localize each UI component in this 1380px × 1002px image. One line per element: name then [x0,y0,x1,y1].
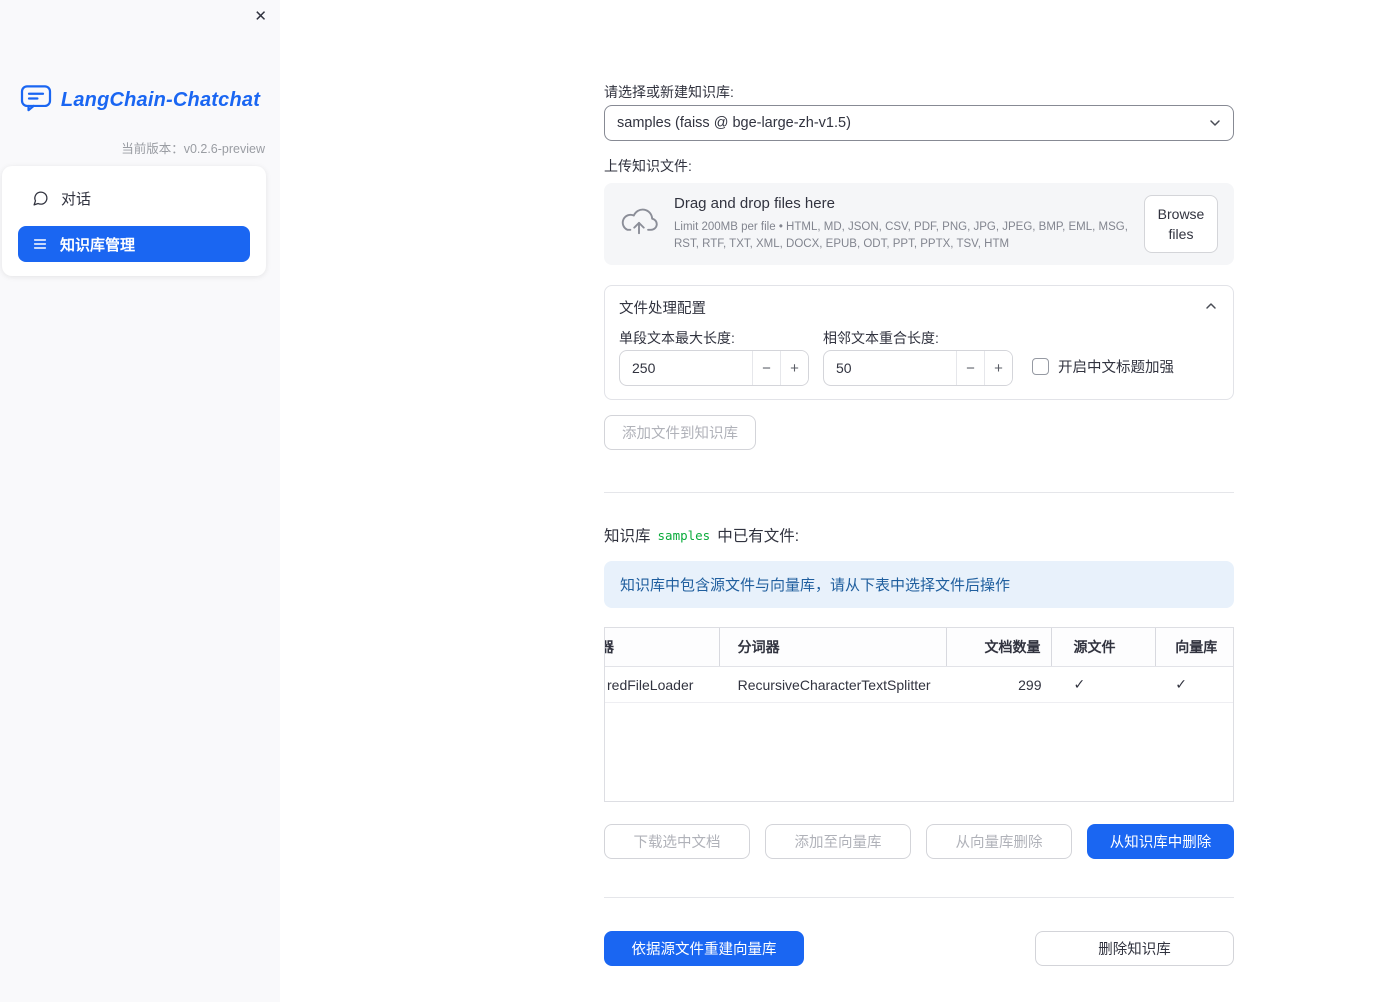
expander-header[interactable]: 文件处理配置 [605,286,1233,318]
upload-label: 上传知识文件: [604,158,692,174]
kb-name-code: samples [657,527,711,543]
zh-title-enhance-label: 开启中文标题加强 [1058,360,1174,376]
col-header-doc-count[interactable]: 文档数量 [947,628,1052,666]
existing-files-heading: 知识库 samples 中已有文件: [604,524,799,546]
divider [604,492,1234,493]
col-header-source-file[interactable]: 源文件 [1052,628,1157,666]
chevron-up-icon [1203,298,1219,318]
files-heading-prefix: 知识库 [604,528,651,545]
chunk-size-input[interactable]: 250 [620,351,752,385]
dropzone-text: Drag and drop files here Limit 200MB per… [674,195,1128,252]
cell-splitter: RecursiveCharacterTextSplitter [737,676,931,693]
sidebar-item-dialogue[interactable]: 对话 [18,180,250,216]
kb-selectbox[interactable]: samples (faiss @ bge-large-zh-v1.5) [604,105,1234,141]
zh-title-enhance-row: 开启中文标题加强 [1032,356,1174,377]
app-logo: LangChain-Chatchat [0,84,280,117]
cloud-upload-icon [620,207,658,242]
overlap-plus-button[interactable]: + [984,351,1012,385]
chunk-size-stepper: 250 − + [619,350,809,386]
sidebar-item-knowledge-base[interactable]: 知识库管理 [18,226,250,262]
file-config-expander: 文件处理配置 单段文本最大长度: 相邻文本重合长度: 250 − + 50 − … [604,285,1234,400]
divider [604,897,1234,898]
remove-from-vectorstore-button[interactable]: 从向量库删除 [926,824,1072,859]
main-content: 请选择或新建知识库: samples (faiss @ bge-large-zh… [604,0,1234,1002]
overlap-minus-button[interactable]: − [956,351,984,385]
chunk-minus-button[interactable]: − [752,351,780,385]
delete-kb-button[interactable]: 删除知识库 [1035,931,1234,966]
cell-doc-count: 299 [1018,676,1042,693]
expander-title: 文件处理配置 [619,301,706,317]
zh-title-enhance-checkbox[interactable] [1032,358,1049,375]
nav-item-label: 知识库管理 [60,236,136,254]
table-actions: 下载选中文档 添加至向量库 从向量库删除 从知识库中删除 [604,824,1234,859]
chunk-size-label: 单段文本最大长度: [619,330,735,346]
kb-selectbox-value: samples (faiss @ bge-large-zh-v1.5) [617,115,851,131]
dropzone-title: Drag and drop files here [674,195,835,213]
chunk-plus-button[interactable]: + [780,351,808,385]
overlap-size-input[interactable]: 50 [824,351,956,385]
col-header-vector-store[interactable]: 向量库 [1156,628,1233,666]
chat-bubble-icon [32,190,49,207]
dropzone-hint: Limit 200MB per file • HTML, MD, JSON, C… [674,221,1128,250]
version-label: 当前版本：v0.2.6-preview [121,142,265,156]
sidebar: ✕ LangChain-Chatchat 当前版本：v0.2.6-preview [0,0,280,1002]
info-banner: 知识库中包含源文件与向量库，请从下表中选择文件后操作 [604,561,1234,608]
add-files-button[interactable]: 添加文件到知识库 [604,415,756,450]
sidebar-nav: 对话 知识库管理 [2,166,266,276]
overlap-size-label: 相邻文本重合长度: [823,330,939,346]
col-header-loader[interactable]: 器 [605,628,720,666]
chevron-down-icon [1207,115,1223,131]
cell-loader: redFileLoader [607,676,694,693]
rebuild-vectorstore-button[interactable]: 依据源文件重建向量库 [604,931,804,966]
overlap-size-stepper: 50 − + [823,350,1013,386]
logo-chat-bubble-icon [20,84,52,117]
add-to-vectorstore-button[interactable]: 添加至向量库 [765,824,911,859]
logo-text: LangChain-Chatchat [60,89,261,111]
col-header-splitter[interactable]: 分词器 [720,628,947,666]
list-icon [32,236,48,252]
cell-source-check: ✓ [1073,676,1086,692]
file-dropzone[interactable]: Drag and drop files here Limit 200MB per… [604,183,1234,265]
nav-item-label: 对话 [61,190,92,208]
delete-from-kb-button[interactable]: 从知识库中删除 [1087,824,1234,859]
browse-files-button[interactable]: Browse files [1144,195,1218,253]
table-row[interactable]: redFileLoader RecursiveCharacterTextSpli… [605,667,1233,703]
download-selected-button[interactable]: 下载选中文档 [604,824,750,859]
files-heading-suffix: 中已有文件: [717,528,800,545]
app-window: ✕ LangChain-Chatchat 当前版本：v0.2.6-preview [0,0,1380,1002]
table-header-row: 器 分词器 文档数量 源文件 向量库 [605,628,1233,667]
cell-vector-check: ✓ [1175,676,1187,692]
files-table[interactable]: 器 分词器 文档数量 源文件 向量库 redFileLoader Recursi… [604,627,1234,802]
sidebar-close-icon[interactable]: ✕ [254,7,267,25]
kb-select-label: 请选择或新建知识库: [604,84,734,100]
bottom-actions: 依据源文件重建向量库 删除知识库 [604,931,1234,966]
